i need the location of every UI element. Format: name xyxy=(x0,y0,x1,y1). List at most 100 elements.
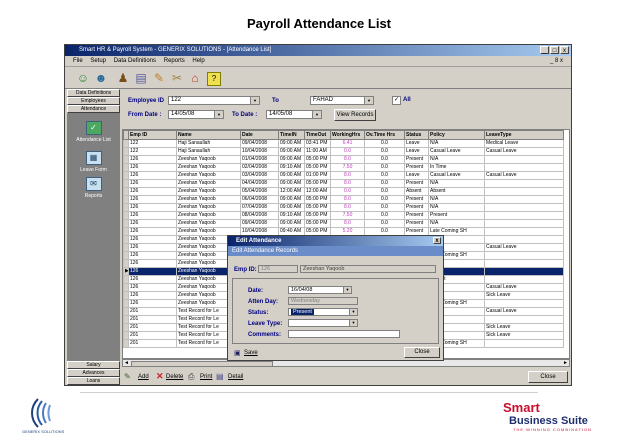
table-row[interactable]: 126 Zeeshan Yaqoob 04/04/2008 09:00 AM 05:00… xyxy=(123,179,564,188)
detail-icon[interactable]: ▤ xyxy=(216,372,224,381)
grid-header-row: Emp ID Name Date TimeIN TimeOut WorkingHrs Ov.… xyxy=(123,130,564,140)
table-row[interactable]: 126 Zeeshan Yaqoob 09/04/2008 09:00 AM 05:00… xyxy=(123,219,564,228)
table-row[interactable]: 126 Zeeshan Yaqoob 07/04/2008 09:00 AM 05:00… xyxy=(123,203,564,212)
scroll-thumb[interactable] xyxy=(131,361,273,367)
table-cell xyxy=(484,299,564,308)
to-date-field[interactable]: 14/05/08 ▼ xyxy=(266,110,322,119)
form-icon[interactable]: ▤ xyxy=(133,70,149,86)
emp-id-field[interactable]: 126 xyxy=(258,265,298,273)
nav-loans[interactable]: Loans xyxy=(67,377,120,385)
nav-data-definitions[interactable]: Data Definitions xyxy=(67,89,120,97)
save-button[interactable]: Save xyxy=(244,350,258,356)
main-toolbar: ☺ ☻ ♟ ▤ ✎ ✂ ⌂ ? xyxy=(65,67,571,89)
table-cell: Zeeshan Yaqoob xyxy=(176,203,241,212)
column-header[interactable]: LeaveType xyxy=(484,130,564,140)
column-header[interactable]: Date xyxy=(240,130,279,140)
table-cell: 126 xyxy=(128,203,177,212)
table-cell: Casual Leave xyxy=(484,307,564,316)
table-cell: 09:00 AM xyxy=(278,171,305,180)
help-icon[interactable]: ? xyxy=(207,72,221,86)
table-cell: 6.41 xyxy=(330,139,365,148)
table-cell: Absent xyxy=(428,187,485,196)
menu-reports[interactable]: Reports xyxy=(164,58,185,64)
column-header[interactable]: Status xyxy=(404,130,429,140)
scroll-right-icon[interactable]: ► xyxy=(562,360,569,366)
minimize-button[interactable]: _ xyxy=(540,46,549,54)
edit-icon[interactable]: ✎ xyxy=(151,70,167,86)
table-row[interactable]: 126 Zeeshan Yaqoob 06/04/2008 09:00 AM 05:00… xyxy=(123,195,564,204)
menu-help[interactable]: Help xyxy=(192,58,204,64)
table-cell: N/A xyxy=(428,195,485,204)
column-header[interactable]: Ov.Time Hrs xyxy=(364,130,405,140)
table-row[interactable]: 122 Haji Sanaullah 10/04/2008 09:00 AM 11:00… xyxy=(123,147,564,156)
table-row[interactable]: 126 Zeeshan Yaqoob 05/04/2008 12:00 AM 12:00… xyxy=(123,187,564,196)
home-icon[interactable]: ⌂ xyxy=(187,70,203,86)
date-field[interactable]: 16/04/08 ▼ xyxy=(288,286,352,294)
nav-item-leave-form[interactable]: ▦ Leave Form xyxy=(67,151,120,173)
table-cell: Present xyxy=(404,179,429,188)
to-date-value: 14/05/08 xyxy=(269,111,293,117)
table-row[interactable]: 126 Zeeshan Yaqoob 08/04/2008 09:10 AM 05:00… xyxy=(123,211,564,220)
menu-file[interactable]: File xyxy=(73,58,83,64)
row-indicator[interactable]: ▶ xyxy=(123,267,129,276)
nav-salary[interactable]: Salary xyxy=(67,361,120,369)
nav-attendance[interactable]: Attendance xyxy=(67,105,120,113)
table-row[interactable]: 126 Zeeshan Yaqoob 02/04/2008 09:10 AM 05:00… xyxy=(123,163,564,172)
column-header[interactable]: TimeOut xyxy=(304,130,331,140)
attendance-icon[interactable]: ♟ xyxy=(115,70,131,86)
table-cell xyxy=(484,315,564,324)
close-window-button[interactable]: x xyxy=(560,46,569,54)
menu-data-definitions[interactable]: Data Definitions xyxy=(114,58,156,64)
print-button[interactable]: Print xyxy=(200,374,212,380)
nav-item-reports[interactable]: ✉ Reports xyxy=(67,177,120,199)
table-cell: 8.0 xyxy=(330,155,365,164)
column-header[interactable]: WorkingHrs xyxy=(330,130,365,140)
print-icon[interactable]: ⎙ xyxy=(188,372,194,382)
dialog-close-button[interactable]: Close xyxy=(404,347,440,358)
table-cell: Medical Leave xyxy=(484,139,564,148)
mdi-controls[interactable]: _ 8 x xyxy=(550,56,563,67)
maximize-button[interactable]: □ xyxy=(550,46,559,54)
detail-button[interactable]: Detail xyxy=(228,374,243,380)
from-date-field[interactable]: 14/05/08 ▼ xyxy=(168,110,224,119)
save-icon[interactable]: ▣ xyxy=(234,349,241,357)
add-icon[interactable]: ✎ xyxy=(124,372,131,381)
smart-business-suite-logo: Smart Business Suite THE WINNING COMBINA… xyxy=(503,400,592,432)
nav-advances[interactable]: Advances xyxy=(67,369,120,377)
column-header[interactable]: TimeIN xyxy=(278,130,305,140)
column-header[interactable]: Emp ID xyxy=(128,130,177,140)
column-header[interactable]: Name xyxy=(176,130,241,140)
all-checkbox[interactable]: ✓ xyxy=(392,96,401,105)
users-icon[interactable]: ☻ xyxy=(93,70,109,86)
footer-divider xyxy=(80,392,538,393)
view-records-button[interactable]: View Records xyxy=(334,109,376,121)
dialog-close-icon[interactable]: x xyxy=(433,237,441,244)
leave-type-select[interactable]: ▼ xyxy=(288,319,358,327)
nav-employees[interactable]: Employees xyxy=(67,97,120,105)
scroll-left-icon[interactable]: ◄ xyxy=(123,360,130,366)
delete-icon[interactable]: ✕ xyxy=(156,371,164,382)
table-row[interactable]: 126 Zeeshan Yaqoob 01/04/2008 09:00 AM 05:00… xyxy=(123,155,564,164)
add-button[interactable]: Add xyxy=(138,374,149,380)
table-row[interactable]: 122 Haji Sanaullah 09/04/2008 09:00 AM 03:41… xyxy=(123,139,564,148)
nav-item-attendance-list[interactable]: ✓ Attendance List xyxy=(67,121,120,143)
status-label: Status: xyxy=(248,310,269,316)
column-header[interactable]: Policy xyxy=(428,130,485,140)
table-cell: Zeeshan Yaqoob xyxy=(176,155,241,164)
employee-id-select[interactable]: 122 ▼ xyxy=(168,96,260,105)
status-select[interactable]: Present ▼ xyxy=(288,308,358,316)
table-cell: 11:00 AM xyxy=(304,147,331,156)
dialog-subtitle: Edit Attendance Records xyxy=(228,246,443,256)
slide-title: Payroll Attendance List xyxy=(247,16,391,31)
table-cell xyxy=(484,203,564,212)
table-row[interactable]: 126 Zeeshan Yaqoob 03/04/2008 09:00 AM 01:00… xyxy=(123,171,564,180)
menu-setup[interactable]: Setup xyxy=(90,58,106,64)
table-cell: 09:00 AM xyxy=(278,139,305,148)
employees-icon[interactable]: ☺ xyxy=(75,70,91,86)
comments-field[interactable] xyxy=(288,330,400,338)
delete-button[interactable]: Delete xyxy=(166,374,183,380)
close-button[interactable]: Close xyxy=(528,371,568,383)
brand-line2: Business Suite xyxy=(509,415,588,427)
tools-icon[interactable]: ✂ xyxy=(169,70,185,86)
to-employee-select[interactable]: FAHAD ▼ xyxy=(310,96,374,105)
